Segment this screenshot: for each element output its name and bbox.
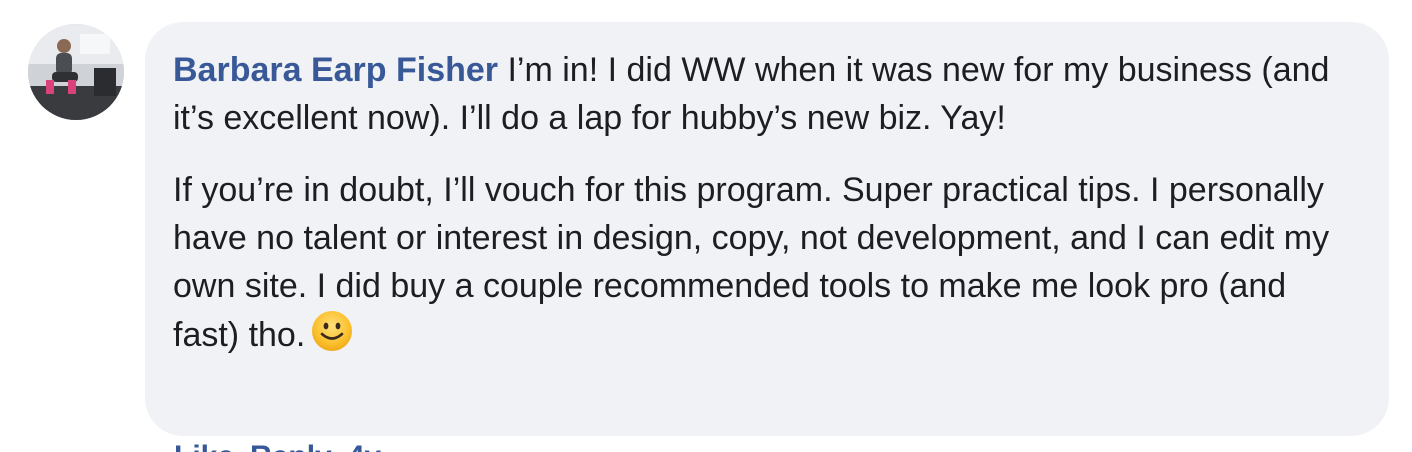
comment: Barbara Earp Fisher I’m in! I did WW whe… — [0, 0, 1412, 452]
author-name-link[interactable]: Barbara Earp Fisher — [173, 51, 498, 89]
comment-paragraph-1: Barbara Earp Fisher I’m in! I did WW whe… — [173, 46, 1359, 142]
like-link[interactable]: Like — [174, 440, 234, 452]
avatar-photo — [28, 24, 124, 120]
comment-actions: Like Reply 4y — [174, 442, 397, 452]
avatar[interactable] — [28, 24, 124, 120]
timestamp-link[interactable]: 4y — [348, 440, 381, 452]
reply-link[interactable]: Reply — [250, 440, 332, 452]
comment-paragraph-2: If you’re in doubt, I’ll vouch for this … — [173, 166, 1359, 359]
comment-bubble: Barbara Earp Fisher I’m in! I did WW whe… — [145, 22, 1389, 436]
slightly-smiling-face-icon — [312, 311, 353, 351]
